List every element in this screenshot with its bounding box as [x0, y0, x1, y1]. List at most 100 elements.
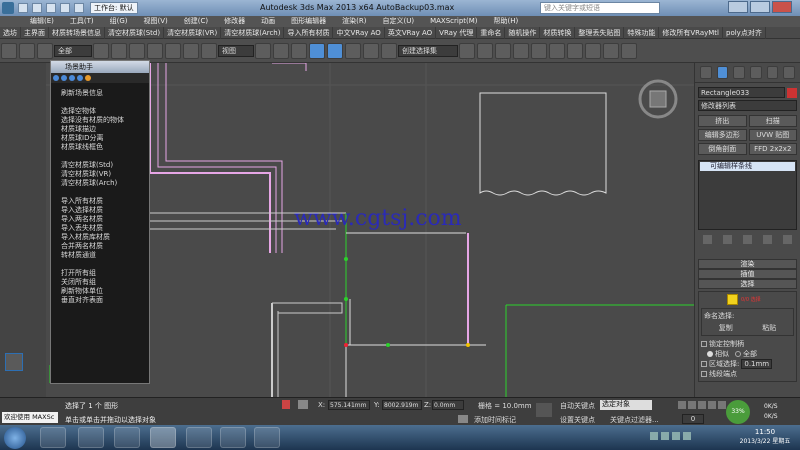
utilities-tab-icon[interactable] [783, 66, 796, 79]
helper-item[interactable]: 导入材质库材质 [61, 233, 149, 242]
menu-view[interactable]: 视图(V) [136, 16, 176, 27]
dot-icon[interactable] [69, 75, 75, 81]
3dsmax-taskbar-icon[interactable] [150, 427, 176, 448]
dot-icon[interactable] [61, 75, 67, 81]
helper-item[interactable]: 打开所有组 [61, 269, 149, 278]
ie-icon[interactable] [114, 427, 140, 448]
menu-animation[interactable]: 动画 [253, 16, 283, 27]
helper-item[interactable]: 清空材质球(Arch) [61, 179, 149, 188]
helper-item[interactable]: 导入选择材质 [61, 206, 149, 215]
explorer-icon[interactable] [186, 427, 212, 448]
helper-item[interactable]: 导入丢失材质 [61, 224, 149, 233]
align-icon[interactable] [477, 42, 493, 59]
helper-item[interactable]: 清空材质球(Std) [61, 161, 149, 170]
scene-helper-title[interactable]: 场景助手 [51, 61, 149, 73]
scale-icon[interactable] [201, 42, 217, 59]
helper-item[interactable]: 合并两名材质 [61, 242, 149, 251]
custom-button[interactable]: 材质转换 [540, 26, 576, 39]
edit-poly-button[interactable]: 编辑多边形 [698, 129, 747, 141]
rotate-icon[interactable] [183, 42, 199, 59]
open-icon[interactable] [32, 3, 42, 13]
minimize-button[interactable] [728, 1, 748, 13]
redo-icon[interactable] [19, 42, 35, 59]
graphite-icon[interactable] [513, 42, 529, 59]
z-coord-field[interactable]: 0.0mm [432, 400, 464, 410]
segment-end-checkbox[interactable] [701, 371, 707, 377]
helper-item[interactable]: 选择空物体 [61, 107, 149, 116]
select-object-icon[interactable] [93, 42, 109, 59]
y-coord-field[interactable]: 8002.919m [382, 400, 422, 410]
sweep-button[interactable]: 扫描 [748, 115, 797, 127]
go-start-icon[interactable] [678, 401, 686, 409]
helper-item[interactable]: 导入两名材质 [61, 215, 149, 224]
show-end-result-icon[interactable] [723, 234, 733, 244]
display-tab-icon[interactable] [766, 66, 779, 79]
search-input[interactable]: 键入关键字或短语 [540, 2, 660, 14]
percent-snap-icon[interactable] [345, 42, 361, 59]
lock-selection-icon[interactable] [282, 400, 290, 409]
spinner-snap-icon[interactable] [363, 42, 379, 59]
viewport-thumb-icon[interactable] [5, 353, 23, 371]
named-selection-dropdown[interactable]: 创建选择集 [398, 44, 458, 57]
custom-button[interactable]: 主界面 [21, 26, 49, 39]
maxscript-listener[interactable]: 欢迎使用 MAXSc [2, 412, 58, 423]
schematic-icon[interactable] [549, 42, 565, 59]
custom-button[interactable]: 中文VRay AO [333, 26, 385, 39]
dot-icon[interactable] [77, 75, 83, 81]
angle-snap-icon[interactable] [327, 42, 343, 59]
move-icon[interactable] [165, 42, 181, 59]
custom-button[interactable]: 随机操作 [505, 26, 541, 39]
close-button[interactable] [772, 1, 792, 13]
custom-button[interactable]: 材质转场景信息 [49, 26, 105, 39]
prev-frame-icon[interactable] [688, 401, 696, 409]
volume-icon[interactable] [683, 432, 691, 440]
add-time-tag[interactable]: 添加时间标记 [474, 415, 516, 425]
taskbar-app-icon[interactable] [40, 427, 66, 448]
area-select-checkbox[interactable] [701, 361, 707, 367]
helper-item[interactable]: 材质球ID分离 [61, 134, 149, 143]
clock[interactable]: 11:50 2013/3/22 星期五 [735, 428, 795, 445]
new-icon[interactable] [18, 3, 28, 13]
reference-coord-dropdown[interactable]: 视图 [218, 44, 254, 57]
taskbar-app-icon[interactable] [78, 427, 104, 448]
custom-button[interactable]: poly点对齐 [723, 26, 766, 39]
menu-create[interactable]: 创建(C) [176, 16, 216, 27]
extrude-button[interactable]: 挤出 [698, 115, 747, 127]
custom-button[interactable]: 特殊功能 [624, 26, 660, 39]
vertex-icon[interactable] [727, 294, 738, 305]
custom-button[interactable]: 修改所有VRayMtl [659, 26, 723, 39]
workspace-dropdown[interactable]: 工作台: 默认 [90, 2, 138, 14]
helper-item[interactable]: 转材质通道 [61, 251, 149, 260]
next-frame-icon[interactable] [708, 401, 716, 409]
helper-item[interactable]: 材质球线框色 [61, 143, 149, 152]
rect-select-icon[interactable] [129, 42, 145, 59]
configure-sets-icon[interactable] [782, 234, 792, 244]
coord-mode-icon[interactable] [298, 400, 308, 409]
mirror-icon[interactable] [459, 42, 475, 59]
menu-modifiers[interactable]: 修改器 [216, 16, 253, 27]
paste-button[interactable]: 粘贴 [762, 323, 776, 333]
copy-button[interactable]: 复制 [719, 323, 733, 333]
all-radio[interactable] [735, 351, 741, 357]
render-icon[interactable] [621, 42, 637, 59]
save-icon[interactable] [46, 3, 56, 13]
current-frame-field[interactable]: 0 [682, 414, 704, 424]
select-by-name-icon[interactable] [111, 42, 127, 59]
make-unique-icon[interactable] [742, 234, 752, 244]
acrobat-icon[interactable] [220, 427, 246, 448]
set-key-button[interactable]: 设置关键点 [560, 415, 595, 425]
custom-button[interactable]: 英文VRay AO [385, 26, 437, 39]
link-icon[interactable] [37, 42, 53, 59]
helper-item[interactable]: 清空材质球(VR) [61, 170, 149, 179]
remove-modifier-icon[interactable] [762, 234, 772, 244]
modify-tab-icon[interactable] [716, 66, 729, 79]
helper-item[interactable]: 导入所有材质 [61, 197, 149, 206]
x-coord-field[interactable]: 575.141mm [328, 400, 370, 410]
window-crossing-icon[interactable] [147, 42, 163, 59]
custom-button[interactable]: VRay 代理 [436, 26, 478, 39]
app-icon[interactable] [2, 2, 14, 14]
modifier-list-dropdown[interactable]: 修改器列表 [698, 100, 797, 111]
menu-edit[interactable]: 编辑(E) [22, 16, 62, 27]
edit-named-sel-icon[interactable] [381, 42, 397, 59]
helper-item[interactable]: 材质球描边 [61, 125, 149, 134]
